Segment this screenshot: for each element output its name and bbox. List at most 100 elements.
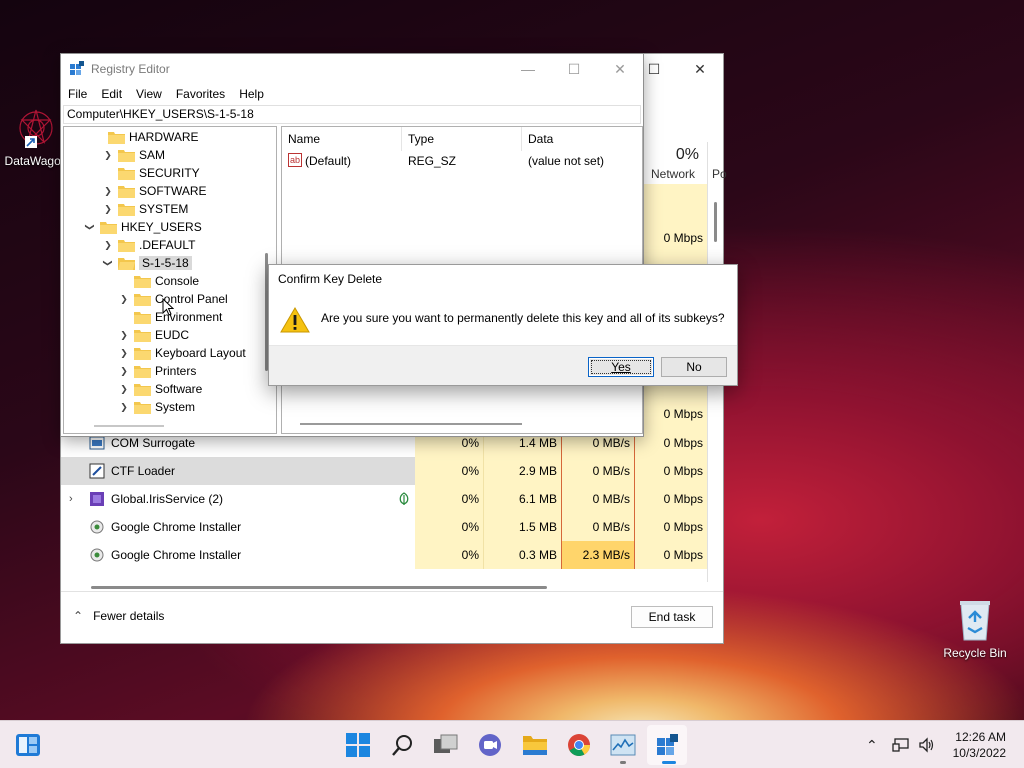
tree-item-label: .DEFAULT <box>139 238 196 252</box>
warning-icon <box>280 307 310 333</box>
tree-item-s-1-5-18[interactable]: ❯ S-1-5-18 <box>102 254 192 272</box>
no-button[interactable]: No <box>661 357 727 377</box>
power-column-header[interactable]: Po <box>712 167 727 181</box>
process-row[interactable]: › Global.IrisService (2) 0% 6.1 MB 0 MB/… <box>61 485 707 513</box>
tree-item-software[interactable]: ❯ SOFTWARE <box>102 182 207 200</box>
folder-icon <box>134 311 151 324</box>
column-header-data[interactable]: Data <box>522 127 642 151</box>
registry-minimize-button[interactable]: — <box>505 54 551 84</box>
chevron-down-icon[interactable]: ❯ <box>102 257 114 269</box>
chevron-down-icon[interactable]: ❯ <box>84 221 96 233</box>
chevron-right-icon[interactable]: ❯ <box>102 149 114 161</box>
values-horizontal-scrollbar[interactable] <box>300 423 522 425</box>
process-row[interactable]: Google Chrome Installer 0% 0.3 MB 2.3 MB… <box>61 541 707 569</box>
tree-item-label: EUDC <box>155 328 190 342</box>
tree-item-keyboard-layout[interactable]: ❯ Keyboard Layout <box>118 344 246 362</box>
value-row[interactable]: ab (Default) REG_SZ (value not set) <box>282 152 642 170</box>
folder-icon <box>100 221 117 234</box>
tree-item-default[interactable]: ❯ .DEFAULT <box>102 236 195 254</box>
task-view-icon <box>434 734 458 753</box>
folder-icon <box>118 167 135 180</box>
start-button[interactable] <box>344 731 372 759</box>
tree-item-system[interactable]: ❯ SYSTEM <box>102 200 188 218</box>
desktop-icon-recycle-bin[interactable]: Recycle Bin <box>939 598 1011 660</box>
chrome-button[interactable] <box>565 731 593 759</box>
end-task-button[interactable]: End task <box>631 606 713 628</box>
show-hidden-icons-icon[interactable]: ⌃ <box>866 737 878 754</box>
expand-chevron-icon[interactable]: › <box>69 493 73 505</box>
tree-item-security[interactable]: SECURITY <box>118 164 200 182</box>
chevron-right-icon[interactable]: ❯ <box>102 203 114 215</box>
registry-title-bar[interactable]: Registry Editor — ☐ ✕ <box>61 54 643 84</box>
tm-horizontal-scrollbar[interactable] <box>91 586 547 589</box>
tree-item-sam[interactable]: ❯ SAM <box>102 146 165 164</box>
registry-editor-taskbar-button[interactable] <box>653 731 681 759</box>
network-percent: 0% <box>675 146 699 163</box>
menu-edit[interactable]: Edit <box>94 84 129 104</box>
teams-chat-button[interactable] <box>476 731 504 759</box>
network-icon[interactable] <box>892 737 910 753</box>
chevron-right-icon[interactable]: ❯ <box>118 365 130 377</box>
tree-item-hardware[interactable]: HARDWARE <box>92 128 199 146</box>
recycle-bin-label: Recycle Bin <box>943 646 1007 660</box>
installer-icon <box>90 548 104 562</box>
column-header-type[interactable]: Type <box>402 127 522 151</box>
process-row[interactable]: Google Chrome Installer 0% 1.5 MB 0 MB/s… <box>61 513 707 541</box>
file-explorer-button[interactable] <box>521 731 549 759</box>
network-column-header[interactable]: Network <box>651 167 695 181</box>
tree-item-eudc[interactable]: ❯ EUDC <box>118 326 189 344</box>
registry-close-button[interactable]: ✕ <box>597 54 643 84</box>
address-bar[interactable]: Computer\HKEY_USERS\S-1-5-18 <box>63 105 641 124</box>
chevron-up-icon: ⌃ <box>73 609 84 623</box>
widgets-button[interactable] <box>14 731 42 759</box>
menu-view[interactable]: View <box>129 84 169 104</box>
registry-icon <box>657 734 678 755</box>
folder-icon <box>108 131 125 144</box>
folder-icon <box>118 239 135 252</box>
chevron-right-icon[interactable]: ❯ <box>118 329 130 341</box>
column-header-name[interactable]: Name <box>282 127 402 151</box>
tm-vertical-scrollbar[interactable] <box>714 202 717 242</box>
search-button[interactable] <box>389 731 417 759</box>
tree-horizontal-scrollbar[interactable] <box>94 425 164 427</box>
process-row[interactable]: CTF Loader 0% 2.9 MB 0 MB/s 0 Mbps <box>61 457 707 485</box>
value-data: (value not set) <box>528 154 605 168</box>
chevron-right-icon[interactable]: ❯ <box>102 239 114 251</box>
yes-button[interactable]: Yes <box>588 357 654 377</box>
menu-file[interactable]: File <box>61 84 94 104</box>
tree-item-software-sub[interactable]: ❯ Software <box>118 380 202 398</box>
network-cell: 0 Mbps <box>663 231 703 245</box>
task-view-button[interactable] <box>432 731 460 759</box>
chevron-right-icon[interactable]: ❯ <box>118 383 130 395</box>
chevron-right-icon[interactable]: ❯ <box>118 293 130 305</box>
tree-item-hkey-users[interactable]: ❯ HKEY_USERS <box>84 218 202 236</box>
taskbar: ⌃ 12:26 AM 10/3/2022 <box>0 720 1024 768</box>
menu-favorites[interactable]: Favorites <box>169 84 232 104</box>
clock[interactable]: 12:26 AM 10/3/2022 <box>953 729 1006 761</box>
tree-item-system-sub[interactable]: ❯ System <box>118 398 195 416</box>
task-manager-taskbar-button[interactable] <box>609 731 637 759</box>
registry-title: Registry Editor <box>91 62 170 76</box>
menu-help[interactable]: Help <box>232 84 271 104</box>
registry-caption-buttons: — ☐ ✕ <box>505 54 643 84</box>
chevron-right-icon[interactable]: ❯ <box>118 347 130 359</box>
folder-icon <box>134 347 151 360</box>
tm-close-button[interactable]: ✕ <box>677 54 723 84</box>
task-manager-icon <box>610 734 636 756</box>
clock-time: 12:26 AM <box>955 730 1006 744</box>
dialog-title: Confirm Key Delete <box>278 272 383 286</box>
network-cell: 0 Mbps <box>634 429 707 457</box>
folder-icon <box>134 365 151 378</box>
volume-icon[interactable] <box>918 737 936 753</box>
memory-cell: 0.3 MB <box>483 541 561 569</box>
fewer-details-toggle[interactable]: ⌃ Fewer details <box>73 609 164 623</box>
chevron-right-icon[interactable]: ❯ <box>118 401 130 413</box>
tree-item-console[interactable]: Console <box>134 272 199 290</box>
chevron-right-icon[interactable]: ❯ <box>102 185 114 197</box>
folder-icon <box>134 401 151 414</box>
tree-item-label: SOFTWARE <box>139 184 207 198</box>
registry-maximize-button[interactable]: ☐ <box>551 54 597 84</box>
tree-item-printers[interactable]: ❯ Printers <box>118 362 196 380</box>
folder-icon <box>134 293 151 306</box>
tree-item-environment[interactable]: Environment <box>134 308 222 326</box>
